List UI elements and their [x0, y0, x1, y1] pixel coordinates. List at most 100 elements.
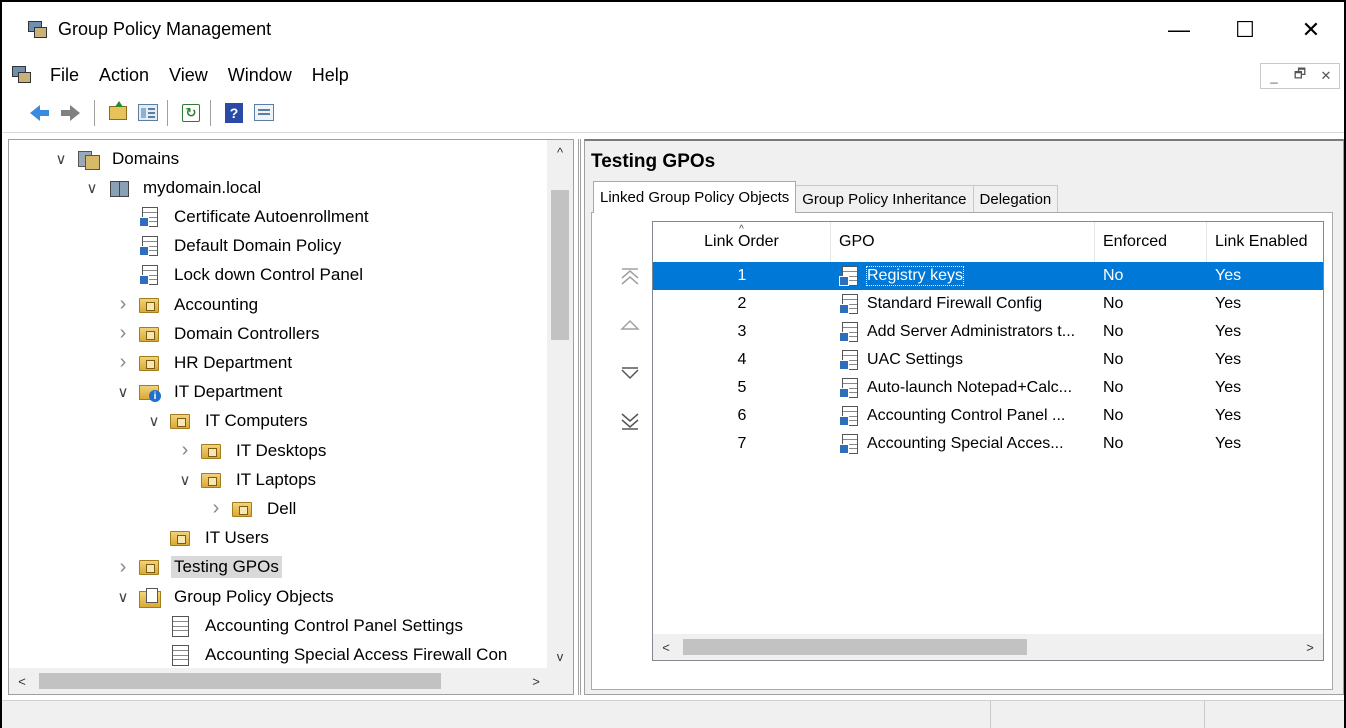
chevron-down-icon[interactable]: ∨ [84, 180, 100, 197]
table-row[interactable]: 4 UAC Settings No Yes [653, 346, 1323, 374]
tree-item[interactable]: ›Accounting Control Panel Settings [146, 611, 466, 640]
tree-item[interactable]: ∨ IT Computers [146, 407, 311, 436]
gpo-name: Auto-launch Notepad+Calc... [867, 379, 1073, 396]
pane-splitter[interactable] [578, 139, 581, 695]
menu-file[interactable]: File [48, 65, 81, 86]
scroll-left-icon[interactable]: < [9, 668, 35, 694]
list-horizontal-scrollbar[interactable]: < > [653, 634, 1323, 660]
column-link-order[interactable]: ^ Link Order [653, 222, 831, 262]
column-link-enabled[interactable]: Link Enabled [1207, 222, 1323, 262]
tab-delegation[interactable]: Delegation [972, 185, 1059, 213]
scroll-up-icon[interactable]: ^ [547, 140, 573, 164]
tree-item[interactable]: ∨ mydomain.local [84, 173, 264, 202]
table-row[interactable]: 7 Accounting Special Acces... No Yes [653, 430, 1323, 458]
menu-help[interactable]: Help [310, 65, 351, 86]
details-tabs: Linked Group Policy Objects Group Policy… [593, 181, 1059, 213]
maximize-button[interactable]: ☐ [1212, 2, 1278, 57]
table-row[interactable]: 1 Registry keys No Yes [653, 262, 1323, 290]
tree-horizontal-scrollbar[interactable]: < > [9, 668, 549, 694]
tree-item[interactable]: ›IT Users [146, 524, 272, 553]
tree-item[interactable]: ∨ IT Laptops [177, 465, 319, 494]
tree-item[interactable]: › HR Department [115, 348, 295, 377]
title-bar[interactable]: Group Policy Management — ☐ ✕ [2, 2, 1344, 57]
column-gpo[interactable]: GPO [831, 222, 1095, 262]
up-folder-icon [109, 100, 127, 120]
scroll-thumb[interactable] [39, 673, 441, 689]
link-enabled-cell: Yes [1215, 435, 1242, 452]
tree-vertical-scrollbar[interactable]: ^ v [547, 140, 573, 668]
chevron-right-icon[interactable]: › [115, 351, 131, 373]
table-row[interactable]: 2 Standard Firewall Config No Yes [653, 290, 1323, 318]
scroll-left-icon[interactable]: < [653, 634, 679, 660]
enforced-cell: No [1103, 435, 1124, 452]
move-up-button[interactable] [618, 311, 642, 339]
tree-item-label: Certificate Autoenrollment [174, 206, 369, 226]
scroll-thumb[interactable] [683, 639, 1027, 655]
help-button[interactable]: ? [221, 100, 247, 126]
show-hide-console-tree-button[interactable] [135, 100, 161, 126]
chevron-down-icon[interactable]: ∨ [115, 589, 131, 606]
show-hide-action-pane-button[interactable] [251, 100, 277, 126]
tree-item-label: Lock down Control Panel [174, 265, 364, 285]
tree-item[interactable]: › Dell [208, 494, 299, 523]
tree-item[interactable]: › Domain Controllers [115, 319, 323, 348]
tab-gp-inheritance[interactable]: Group Policy Inheritance [795, 185, 974, 213]
chevron-down-icon[interactable]: ∨ [146, 413, 162, 430]
chevron-down-icon[interactable]: ∨ [115, 384, 131, 401]
chevron-down-icon[interactable]: ∨ [53, 151, 69, 168]
toolbar-separator [167, 99, 168, 126]
scroll-right-icon[interactable]: > [1297, 634, 1323, 660]
column-enforced[interactable]: Enforced [1095, 222, 1207, 262]
link-order-cell: 6 [737, 407, 747, 424]
move-to-bottom-button[interactable] [618, 407, 642, 435]
chevron-right-icon[interactable]: › [115, 293, 131, 315]
toolbar-separator [210, 99, 211, 126]
mdi-close-button[interactable]: ✕ [1313, 64, 1339, 88]
up-one-level-button[interactable] [105, 100, 131, 126]
tree-item[interactable]: ∨ i IT Department [115, 378, 285, 407]
tree-item[interactable]: ∨ Group Policy Objects [115, 582, 337, 611]
chevron-right-icon[interactable]: › [177, 439, 193, 461]
domains-icon [77, 149, 100, 170]
close-button[interactable]: ✕ [1278, 2, 1344, 57]
menu-window[interactable]: Window [226, 65, 294, 86]
gpo-cell: Registry keys [831, 262, 1095, 290]
table-row[interactable]: 5 Auto-launch Notepad+Calc... No Yes [653, 374, 1323, 402]
tab-linked-gpos[interactable]: Linked Group Policy Objects [593, 181, 797, 213]
forward-button[interactable] [61, 100, 88, 126]
mdi-system-menu-icon[interactable] [12, 66, 32, 84]
tree-item[interactable]: ›Certificate Autoenrollment [115, 202, 372, 231]
table-row[interactable]: 6 Accounting Control Panel ... No Yes [653, 402, 1323, 430]
tree-item[interactable]: › IT Desktops [177, 436, 329, 465]
toolbar-separator [94, 99, 95, 126]
move-down-button[interactable] [618, 359, 642, 387]
link-order-cell: 5 [737, 379, 747, 396]
chevron-right-icon[interactable]: › [115, 322, 131, 344]
chevron-right-icon[interactable]: › [208, 497, 224, 519]
mdi-minimize-button[interactable]: _ [1261, 64, 1287, 88]
tree-item[interactable]: ∨ Domains [53, 144, 182, 173]
tree-item[interactable]: ›Accounting Special Access Firewall Con [146, 640, 510, 668]
menu-view[interactable]: View [167, 65, 210, 86]
scrollbar-corner [547, 668, 573, 694]
move-to-top-button[interactable] [618, 263, 642, 291]
back-button[interactable] [22, 100, 49, 126]
tree-item[interactable]: ›Default Domain Policy [115, 232, 344, 261]
scroll-down-icon[interactable]: v [547, 644, 573, 668]
tree-item[interactable]: › Accounting [115, 290, 261, 319]
tree-item[interactable]: › Testing GPOs [115, 553, 282, 582]
tree-item-label: Default Domain Policy [174, 236, 342, 256]
refresh-button[interactable]: ↻ [178, 100, 204, 126]
move-top-icon [621, 268, 639, 285]
minimize-button[interactable]: — [1146, 2, 1212, 57]
table-row[interactable]: 3 Add Server Administrators t... No Yes [653, 318, 1323, 346]
mdi-restore-button[interactable]: 🗗 [1287, 64, 1313, 88]
gpmc-app-icon[interactable] [28, 20, 48, 39]
chevron-down-icon[interactable]: ∨ [177, 472, 193, 489]
tree-item-label: Accounting Special Access Firewall Con [205, 644, 508, 664]
menu-action[interactable]: Action [97, 65, 151, 86]
chevron-right-icon[interactable]: › [115, 556, 131, 578]
scroll-thumb[interactable] [551, 190, 569, 340]
scroll-right-icon[interactable]: > [523, 668, 549, 694]
tree-item[interactable]: ›Lock down Control Panel [115, 261, 366, 290]
